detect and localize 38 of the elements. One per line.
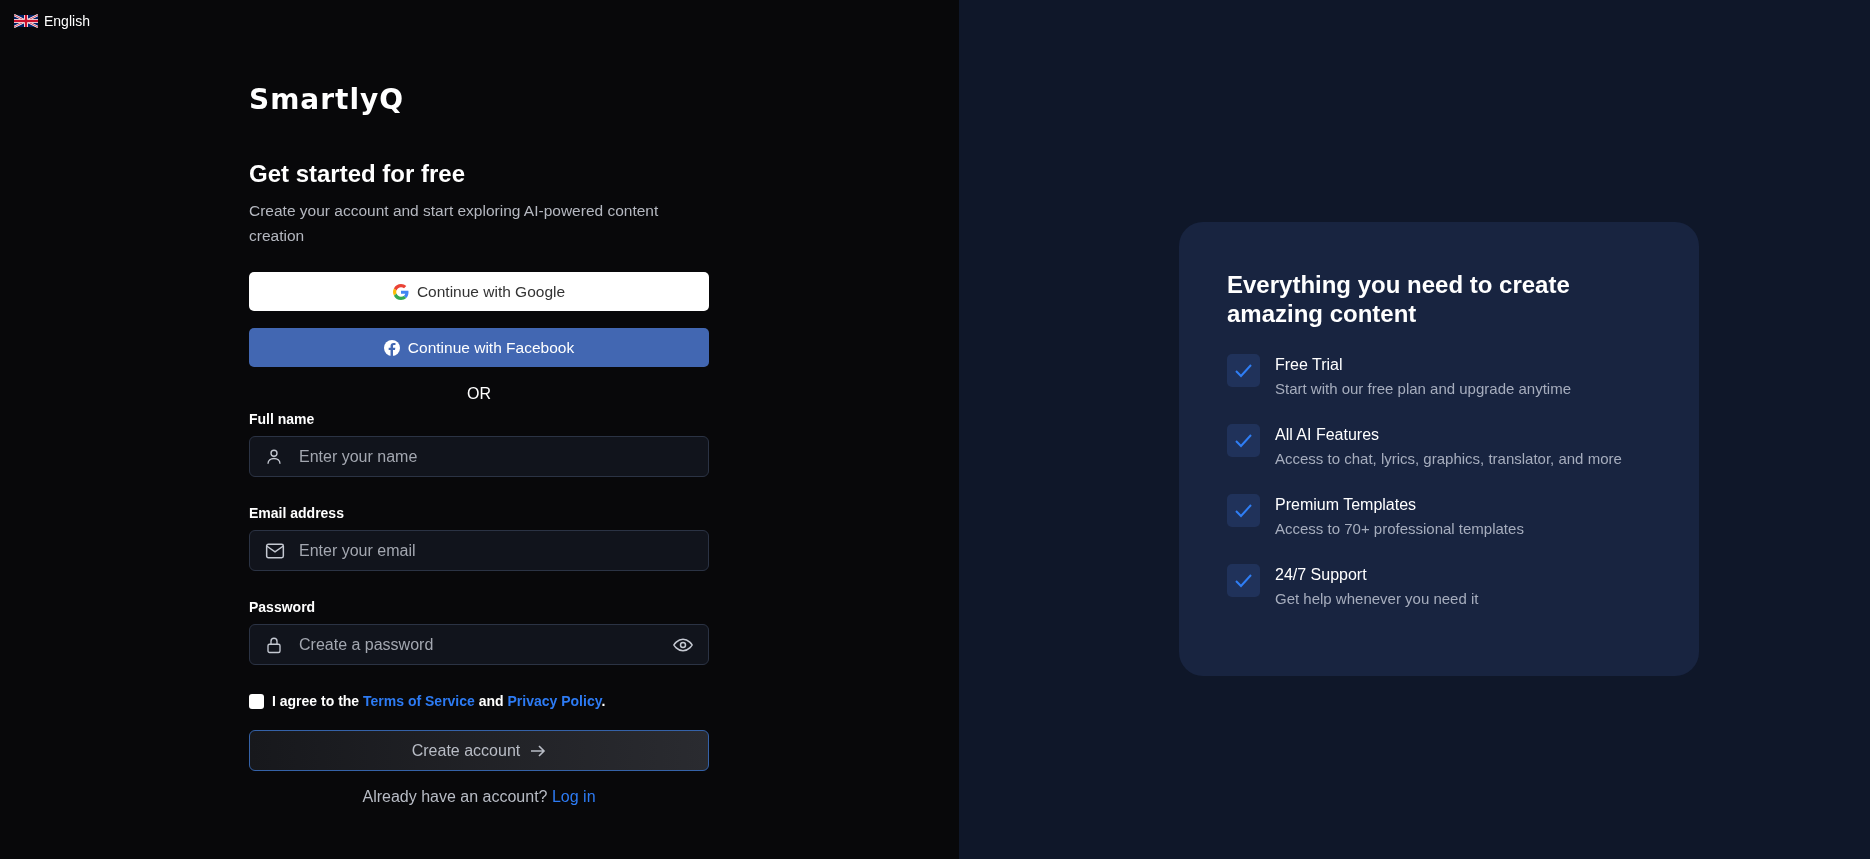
feature-title: Premium Templates — [1275, 495, 1418, 515]
heading: Get started for free — [249, 160, 467, 188]
feature-description: Start with our free plan and upgrade anytime — [1275, 380, 1571, 397]
facebook-icon — [383, 339, 400, 356]
field-label: Full name — [249, 411, 315, 427]
feature-title: All AI Features — [1275, 425, 1381, 445]
subtitle: Create your account and start exploring AI-powered content creation — [249, 201, 660, 246]
feature-description: Access to 70+ professional templates — [1275, 520, 1524, 537]
arrow-icon — [530, 743, 547, 758]
password-input-field[interactable]: Create a password — [249, 624, 709, 665]
google-icon — [392, 283, 409, 300]
field-label: Email address — [249, 505, 344, 521]
flag-icon — [14, 14, 38, 28]
feature-description: Access to chat, lyrics, graphics, translator, and more — [1275, 450, 1622, 467]
create-account-button[interactable]: Create account — [249, 730, 709, 771]
or-divider: OR — [467, 385, 491, 403]
facebook-button[interactable]: Continue with Facebook — [249, 328, 709, 367]
agree-checkbox[interactable] — [249, 693, 264, 709]
check-icon — [1227, 424, 1260, 457]
login-prompt: Already have an account? Log in — [362, 788, 596, 806]
feature-title: Free Trial — [1275, 355, 1344, 375]
person-input-field[interactable]: Enter your name — [249, 436, 709, 477]
check-icon — [1227, 494, 1260, 527]
terms-link[interactable]: Terms of Service — [363, 693, 475, 709]
email-input-field[interactable]: Enter your email — [249, 530, 709, 571]
field-label: Password — [249, 599, 316, 615]
logo: SmartlyQ — [249, 83, 405, 116]
privacy-link[interactable]: Privacy Policy — [507, 693, 602, 709]
google-button[interactable]: Continue with Google — [249, 272, 709, 311]
feature-title: 24/7 Support — [1275, 565, 1368, 585]
language-selector[interactable]: English — [14, 13, 90, 29]
feature-description: Get help whenever you need it — [1275, 590, 1479, 607]
check-icon — [1227, 354, 1260, 387]
card-title: Everything you need to create amazing content — [1227, 270, 1571, 328]
eye-icon[interactable] — [673, 636, 693, 653]
check-icon — [1227, 564, 1260, 597]
login-link[interactable]: Log in — [551, 788, 596, 805]
agreement-text: I agree to the Terms of Service and Privacy Policy. — [272, 693, 606, 709]
